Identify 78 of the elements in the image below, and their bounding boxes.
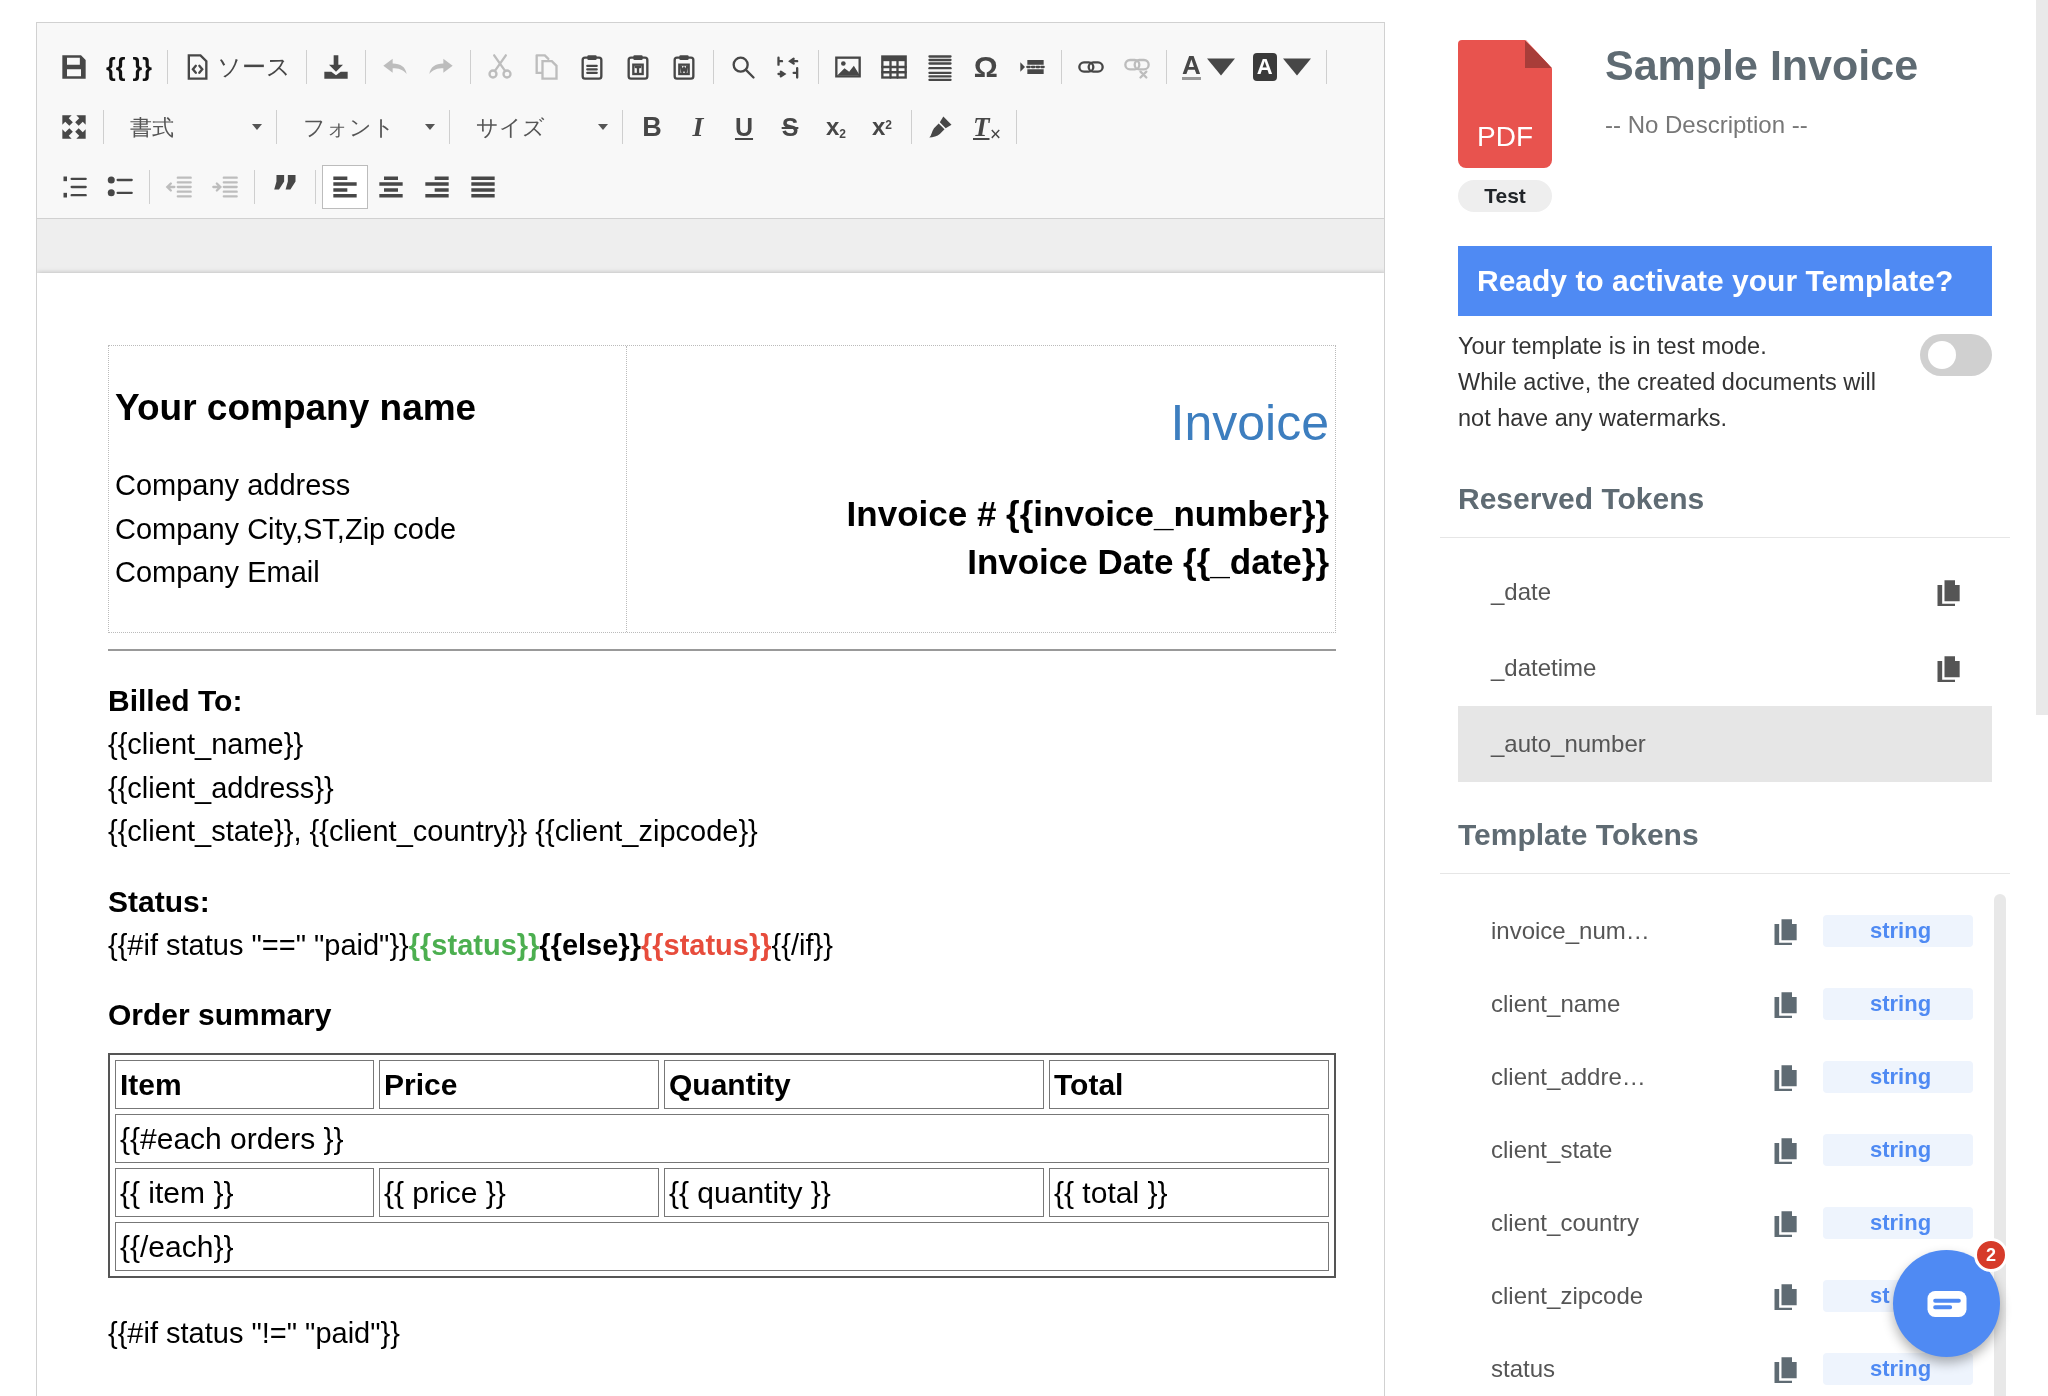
- save-icon: [60, 53, 88, 81]
- template-expression: {{#if status "!=" "paid"}}: [108, 1316, 400, 1351]
- scissors-icon: [485, 53, 514, 81]
- token-name: client_state: [1490, 1134, 1614, 1165]
- underline-button[interactable]: U: [721, 105, 767, 149]
- format-dropdown[interactable]: 書式: [110, 105, 270, 149]
- table-cell: {{/each}}: [115, 1222, 1329, 1271]
- invoice-title: Invoice: [1170, 395, 1329, 451]
- section-heading: Status:: [108, 883, 211, 920]
- activate-banner: Ready to activate your Template?: [1458, 246, 1992, 316]
- invoice-field: Invoice # {{invoice_number}}: [846, 494, 1329, 533]
- type-tag: string: [1823, 987, 1973, 1020]
- token-name: client_country: [1490, 1207, 1641, 1238]
- section-title: Reserved Tokens: [1458, 481, 1706, 517]
- align-left-button[interactable]: [322, 165, 369, 209]
- download-icon: [321, 53, 350, 81]
- company-detail: Company Email: [115, 555, 321, 591]
- maximize-icon: [60, 113, 88, 141]
- section-title: Template Tokens: [1458, 817, 1700, 853]
- client-field: {{client_name}}: [108, 723, 1336, 767]
- table-cell: {{#each orders }}: [115, 1114, 1329, 1163]
- superscript-button[interactable]: x$^{2}$: [859, 105, 905, 149]
- column-header: Item: [115, 1060, 374, 1109]
- horizontal-line-icon: [925, 53, 954, 81]
- type-tag: string: [1823, 1133, 1973, 1166]
- background-color-button[interactable]: A: [1243, 45, 1320, 89]
- remove-format-button[interactable]: T$_{×}$: [964, 105, 1011, 149]
- type-tag: string: [1823, 1206, 1973, 1239]
- token-item[interactable]: _date: [1458, 554, 1992, 630]
- table-cell: {{ quantity }}: [664, 1168, 1044, 1217]
- column-header: Price: [379, 1060, 659, 1109]
- company-detail: Company City,ST,Zip code: [115, 511, 458, 547]
- font-dropdown[interactable]: フォント: [283, 105, 443, 149]
- blockquote-button[interactable]: ”: [261, 165, 310, 209]
- caret-icon: [598, 124, 608, 130]
- toggle-switch[interactable]: [1920, 334, 1992, 376]
- section-heading: Order summary: [108, 997, 333, 1033]
- token-name: client_zipcode: [1490, 1280, 1645, 1311]
- template-title: Sample Invoice: [1605, 42, 1919, 90]
- source-button[interactable]: ソース: [173, 45, 300, 89]
- token-item[interactable]: _auto_number: [1458, 706, 1992, 782]
- client-field: {{client_state}}, {{client_country}} {{client_zipcode}}: [108, 810, 1336, 854]
- caret-icon: [252, 124, 262, 130]
- template-description: -- No Description --: [1605, 110, 1809, 141]
- section-heading: Billed To:: [108, 683, 244, 719]
- activation-note: Your template is in test mode. While active, the created documents will not have any watermarks.: [1458, 332, 1876, 433]
- invoice-field: Invoice Date {{_date}}: [967, 542, 1329, 581]
- chat-button[interactable]: [1893, 1250, 2000, 1357]
- type-tag: string: [1823, 1060, 1973, 1093]
- token-name: client_name: [1490, 988, 1622, 1019]
- size-dropdown[interactable]: サイズ: [456, 105, 616, 149]
- type-tag: string: [1823, 914, 1973, 947]
- notification-count: 2: [1974, 1238, 2008, 1272]
- strikethrough-button[interactable]: S: [767, 105, 813, 149]
- status-expression: {{#if status "==" "paid"}}{{status}}{{else}}{{status}}{{/if}}: [108, 927, 833, 963]
- column-header: Total: [1049, 1060, 1329, 1109]
- client-field: {{client_address}}: [108, 766, 1336, 810]
- company-detail: Company address: [115, 468, 352, 504]
- token-item[interactable]: _datetime: [1458, 630, 1992, 706]
- pdf-file-icon: PDF: [1458, 40, 1552, 168]
- subscript-button[interactable]: x$_{2}$: [813, 105, 859, 149]
- template-tag-button[interactable]: {{ }}: [97, 45, 161, 89]
- caret-icon: [425, 124, 435, 130]
- special-character-button[interactable]: Ω: [962, 45, 1009, 89]
- company-name: Your company name: [115, 386, 478, 430]
- column-header: Quantity: [664, 1060, 1044, 1109]
- italic-button[interactable]: I: [675, 105, 721, 149]
- table-cell: {{ total }}: [1049, 1168, 1329, 1217]
- table-cell: {{ price }}: [379, 1168, 659, 1217]
- text-color-button[interactable]: A: [1172, 45, 1244, 89]
- type-tag: string: [1823, 1352, 1973, 1385]
- mode-badge: Test: [1458, 180, 1552, 212]
- token-name: client_addre…: [1490, 1061, 1647, 1092]
- token-name: invoice_num…: [1490, 915, 1651, 946]
- bold-button[interactable]: B: [629, 105, 675, 149]
- table-cell: {{ item }}: [115, 1168, 374, 1217]
- table-icon: [879, 53, 908, 81]
- token-name: status: [1490, 1353, 1557, 1384]
